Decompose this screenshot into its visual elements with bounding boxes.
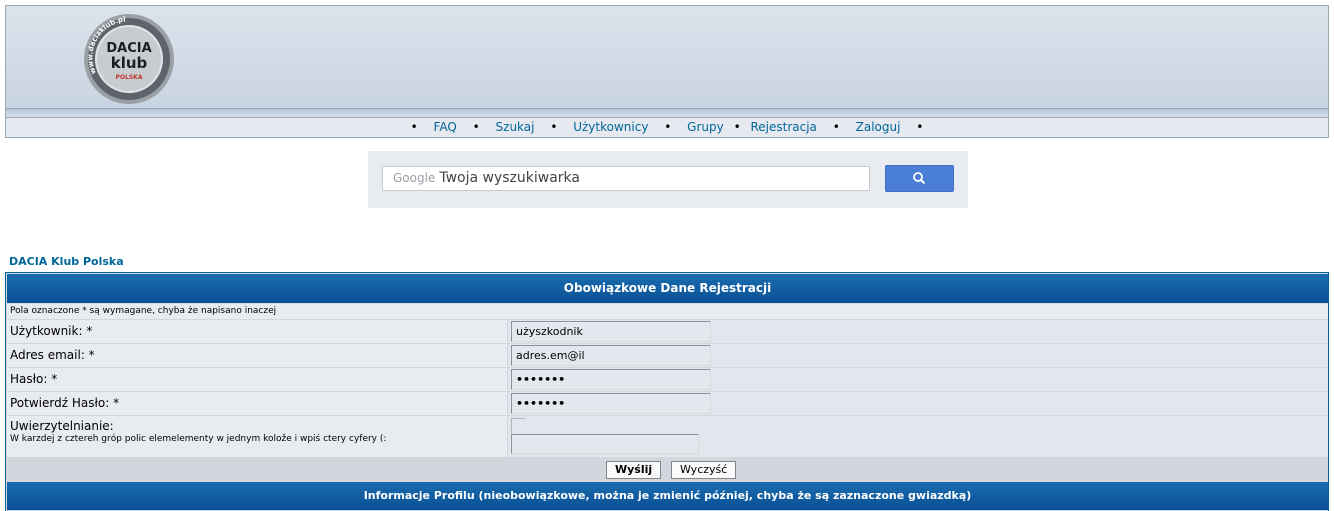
svg-text:klub: klub xyxy=(111,54,148,72)
page-header: DACIA klub POLSKA www.daciaklub.pl xyxy=(5,5,1329,109)
search-placeholder: Twoja wyszukiwarka xyxy=(439,170,580,186)
svg-text:POLSKA: POLSKA xyxy=(116,74,143,81)
confirm-password-label: Potwierdź Hasło: * xyxy=(7,392,507,415)
password-label: Hasło: * xyxy=(7,368,507,391)
nav-bullet: • xyxy=(733,120,741,134)
search-icon xyxy=(913,172,926,185)
captcha-hint: W karzdej z cztereh grόp polic elemeleme… xyxy=(10,434,387,444)
nav-link-szukaj[interactable]: Szukaj xyxy=(496,120,535,134)
google-brand-label: Google xyxy=(393,171,436,185)
search-input[interactable]: Google Twoja wyszukiwarka xyxy=(382,166,870,191)
email-label: Adres email: * xyxy=(7,344,507,367)
nav-link-rejestracja[interactable]: Rejestracja xyxy=(750,120,816,134)
nav-bullet: • xyxy=(832,120,840,134)
captcha-image xyxy=(511,418,525,434)
header-strip xyxy=(5,109,1329,117)
username-label: Użytkownik: * xyxy=(7,320,507,343)
username-field[interactable]: użyszkodnik xyxy=(511,321,711,342)
profile-section-header: Informacje Profilu (nieobowiązkowe, możn… xyxy=(7,482,1328,510)
password-row: Hasło: * ••••••• xyxy=(7,368,1328,391)
captcha-row: Uwierzytelnianie: W karzdej z cztereh gr… xyxy=(7,416,1328,457)
nav-link-grupy[interactable]: Grupy xyxy=(687,120,724,134)
captcha-input[interactable] xyxy=(511,434,699,454)
nav-bullet: • xyxy=(664,120,672,134)
username-row: Użytkownik: * użyszkodnik xyxy=(7,320,1328,343)
nav-bullet: • xyxy=(410,120,418,134)
required-section-header: Obowiązkowe Dane Rejestracji xyxy=(7,274,1328,303)
form-actions-row: Wyślij Wyczyść xyxy=(7,458,1328,481)
confirm-password-row: Potwierdź Hasło: * ••••••• xyxy=(7,392,1328,415)
nav-bullet: • xyxy=(916,120,924,134)
password-field[interactable]: ••••••• xyxy=(511,369,711,390)
search-button[interactable] xyxy=(885,165,954,192)
confirm-password-field[interactable]: ••••••• xyxy=(511,393,711,414)
main-nav: • FAQ • Szukaj • Użytkownicy • Grupy • R… xyxy=(5,117,1329,138)
registration-form: Obowiązkowe Dane Rejestracji Pola oznacz… xyxy=(5,272,1329,511)
nav-link-zaloguj[interactable]: Zaloguj xyxy=(856,120,901,134)
forum-home-link[interactable]: DACIA Klub Polska xyxy=(9,255,124,268)
email-row: Adres email: * adres.em@il xyxy=(7,344,1328,367)
dacia-klub-logo[interactable]: DACIA klub POLSKA www.daciaklub.pl xyxy=(82,13,176,105)
reset-button[interactable]: Wyczyść xyxy=(671,461,737,479)
google-search-box: Google Twoja wyszukiwarka xyxy=(368,151,968,208)
nav-bullet: • xyxy=(550,120,558,134)
required-note: Pola oznaczone * są wymagane, chyba że n… xyxy=(10,306,277,316)
email-field[interactable]: adres.em@il xyxy=(511,345,711,366)
nav-bullet: • xyxy=(472,120,480,134)
nav-link-faq[interactable]: FAQ xyxy=(434,120,457,134)
captcha-label-cell: Uwierzytelnianie: W karzdej z cztereh gr… xyxy=(7,416,507,457)
submit-button[interactable]: Wyślij xyxy=(606,461,662,479)
captcha-label: Uwierzytelnianie: xyxy=(10,419,114,433)
nav-link-uzytkownicy[interactable]: Użytkownicy xyxy=(573,120,648,134)
required-note-row: Pola oznaczone * są wymagane, chyba że n… xyxy=(7,304,1328,319)
